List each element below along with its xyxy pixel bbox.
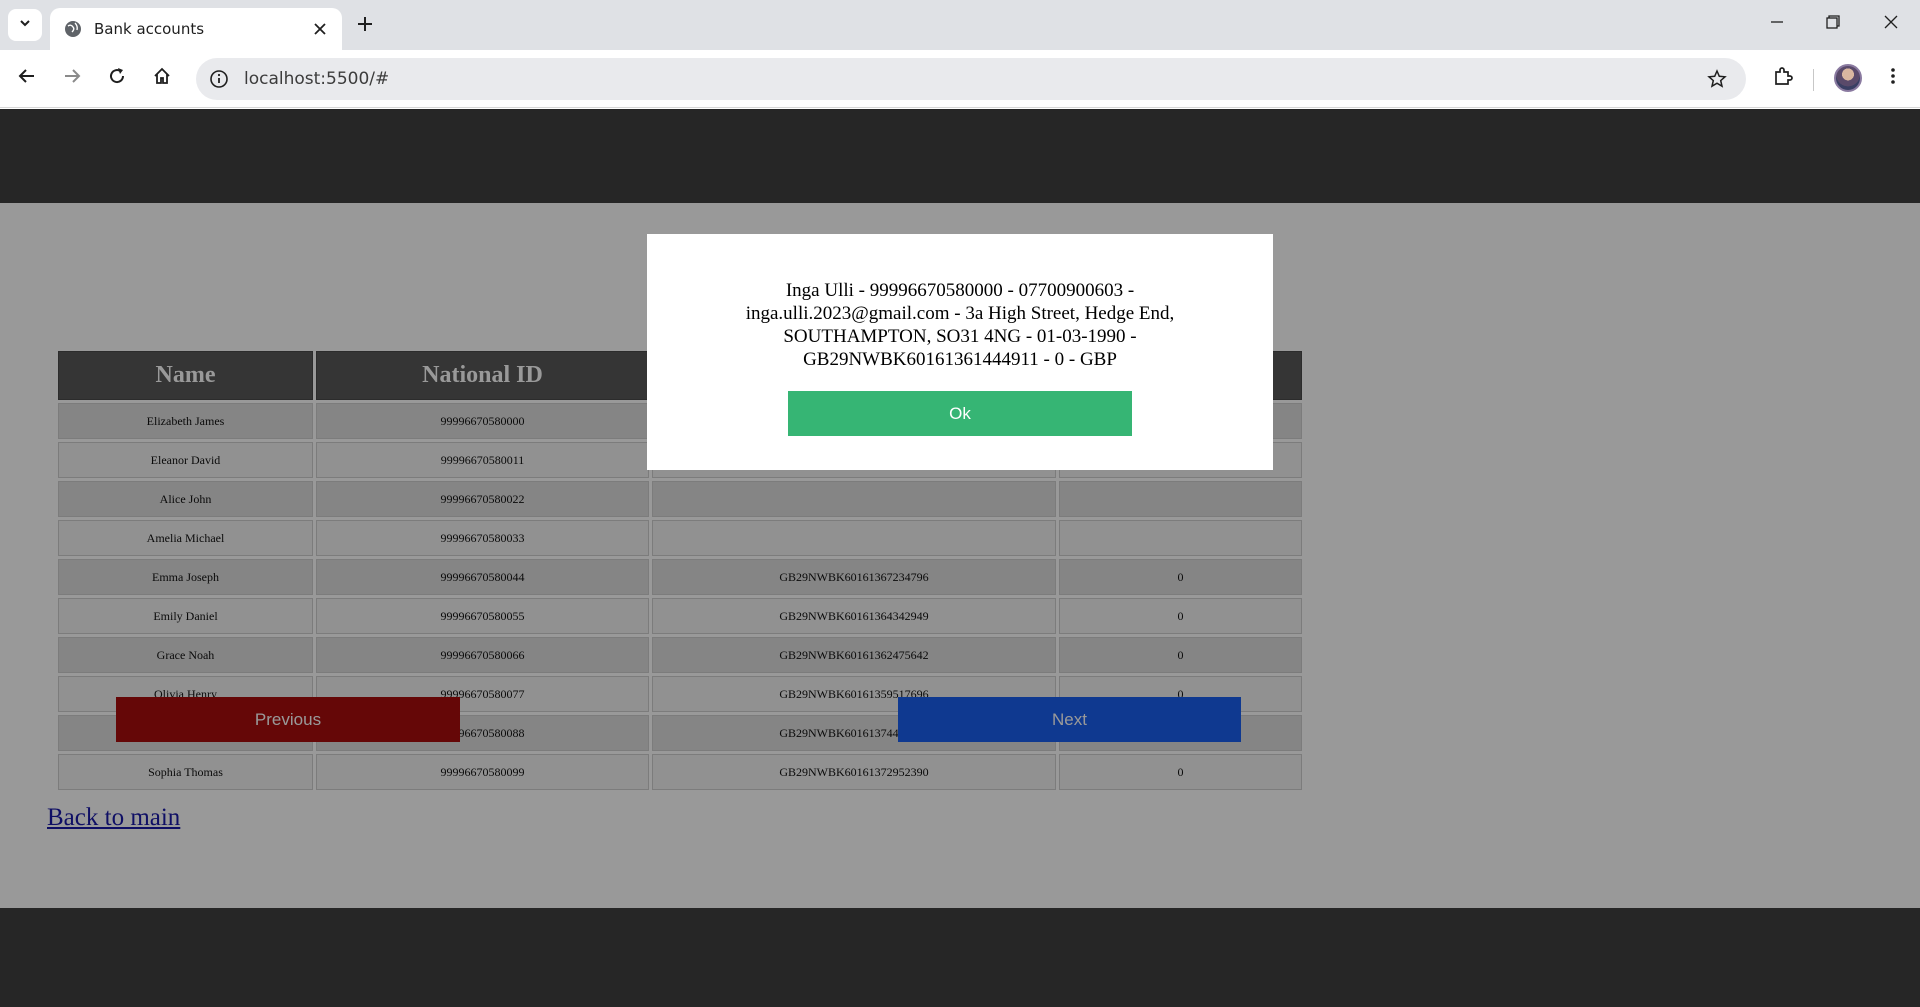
info-icon[interactable] <box>204 64 234 94</box>
close-icon[interactable] <box>306 15 334 43</box>
restore-icon <box>1826 14 1840 34</box>
extensions-button[interactable] <box>1766 61 1800 95</box>
arrow-left-icon <box>18 67 36 90</box>
close-icon <box>1884 15 1898 34</box>
star-icon[interactable] <box>1700 62 1734 96</box>
arrow-right-icon <box>63 67 81 90</box>
home-icon <box>153 67 171 90</box>
globe-icon <box>64 20 82 38</box>
browser-tab[interactable]: Bank accounts <box>50 8 342 50</box>
home-button[interactable] <box>145 61 179 95</box>
address-bar[interactable]: localhost:5500/# <box>196 58 1746 100</box>
back-button[interactable] <box>10 61 44 95</box>
restore-button[interactable] <box>1808 6 1858 42</box>
forward-button[interactable] <box>55 61 89 95</box>
minimize-button[interactable] <box>1752 6 1802 42</box>
browser-menu-button[interactable] <box>1876 61 1910 95</box>
toolbar-divider <box>1813 69 1814 91</box>
reload-button[interactable] <box>100 61 134 95</box>
url-text[interactable]: localhost:5500/# <box>244 69 1700 89</box>
dialog-message: Inga Ulli - 99996670580000 - 07700900603… <box>745 280 1175 370</box>
page-viewport: Name National ID Elizabeth James 9999667… <box>0 109 1920 1007</box>
new-tab-button[interactable] <box>350 11 380 41</box>
ok-button[interactable]: Ok <box>788 391 1132 436</box>
profile-avatar[interactable] <box>1834 64 1862 92</box>
plus-icon <box>357 16 373 37</box>
chevron-down-icon <box>18 16 32 35</box>
account-details-dialog: Inga Ulli - 99996670580000 - 07700900603… <box>647 234 1273 470</box>
minimize-icon <box>1770 15 1784 34</box>
more-vertical-icon <box>1890 67 1896 90</box>
tab-title: Bank accounts <box>94 20 205 38</box>
browser-tabstrip: Bank accounts <box>0 0 1920 50</box>
puzzle-icon <box>1773 66 1793 91</box>
close-window-button[interactable] <box>1866 6 1916 42</box>
browser-toolbar: localhost:5500/# <box>0 50 1920 108</box>
reload-icon <box>108 67 126 90</box>
tab-search-button[interactable] <box>8 9 42 41</box>
